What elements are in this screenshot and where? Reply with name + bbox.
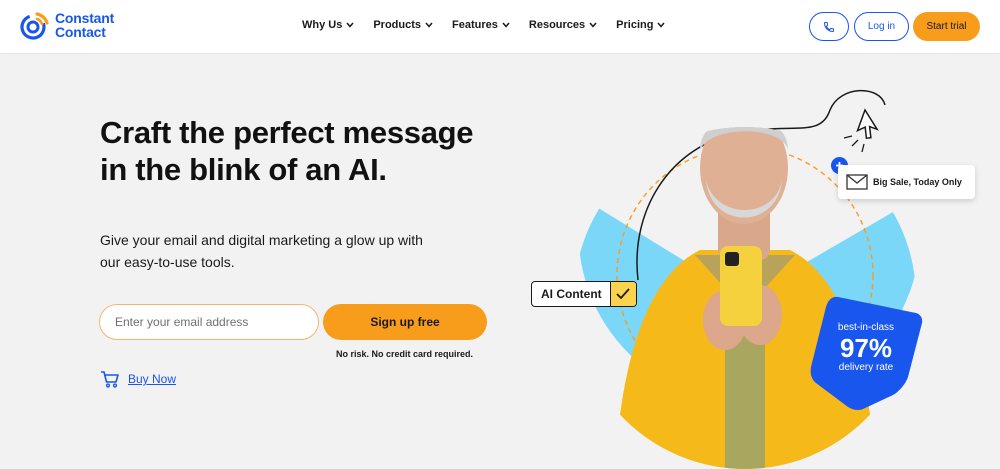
login-button[interactable]: Log in <box>854 12 909 41</box>
nav-item-why-us[interactable]: Why Us <box>302 19 354 31</box>
chevron-down-icon <box>502 22 510 28</box>
nav-item-products[interactable]: Products <box>373 19 433 31</box>
site-header: Constant Contact Why Us Products Feature… <box>0 0 1000 54</box>
buy-now-label: Buy Now <box>128 372 177 386</box>
signup-disclaimer: No risk. No credit card required. <box>336 349 474 359</box>
sale-notification-card: Big Sale, Today Only <box>838 165 975 199</box>
phone-icon <box>823 21 834 32</box>
nav-item-label: Pricing <box>616 19 654 31</box>
shopping-cart-icon <box>101 371 119 388</box>
email-input[interactable] <box>99 304 319 340</box>
phone-button[interactable] <box>809 12 849 41</box>
delivery-rate-text: best-in-class 97% delivery rate <box>808 322 924 374</box>
nav-item-label: Products <box>373 19 422 31</box>
chevron-down-icon <box>425 22 433 28</box>
hero-subtitle: Give your email and digital marketing a … <box>100 232 423 270</box>
checkmark-icon <box>609 282 636 306</box>
badge-value: 97% <box>839 333 893 363</box>
nav-item-pricing[interactable]: Pricing <box>616 19 666 31</box>
nav-item-label: Features <box>452 19 498 31</box>
nav-item-label: Resources <box>528 19 586 31</box>
chevron-down-icon <box>346 22 354 28</box>
ai-content-label: AI Content <box>541 287 602 301</box>
start-trial-button[interactable]: Start trial <box>913 12 980 41</box>
nav-item-label: Why Us <box>302 19 343 31</box>
sale-label: Big Sale, Today Only <box>873 177 962 187</box>
main-nav: Why Us Products Features Resources Prici… <box>302 19 684 31</box>
envelope-icon <box>846 174 868 190</box>
brand-name-line1: Constant <box>55 10 115 26</box>
brand-name: Constant Contact <box>55 11 114 39</box>
chevron-down-icon <box>589 22 597 28</box>
nav-item-resources[interactable]: Resources <box>529 19 597 31</box>
cursor-arrow-icon <box>856 108 879 140</box>
logo-mark-icon <box>20 12 49 40</box>
badge-bottom-label: delivery rate <box>838 362 894 373</box>
brand-name-line2: Contact <box>55 24 106 40</box>
brand-logo[interactable]: Constant Contact <box>20 10 114 40</box>
chevron-down-icon <box>657 22 666 28</box>
hero-title: Craft the perfect message in the blink o… <box>100 115 474 187</box>
buy-now-link[interactable]: Buy Now <box>100 370 176 388</box>
ai-content-chip: AI Content <box>531 281 637 307</box>
signup-button[interactable]: Sign up free <box>323 304 487 340</box>
nav-item-features[interactable]: Features <box>452 19 510 31</box>
